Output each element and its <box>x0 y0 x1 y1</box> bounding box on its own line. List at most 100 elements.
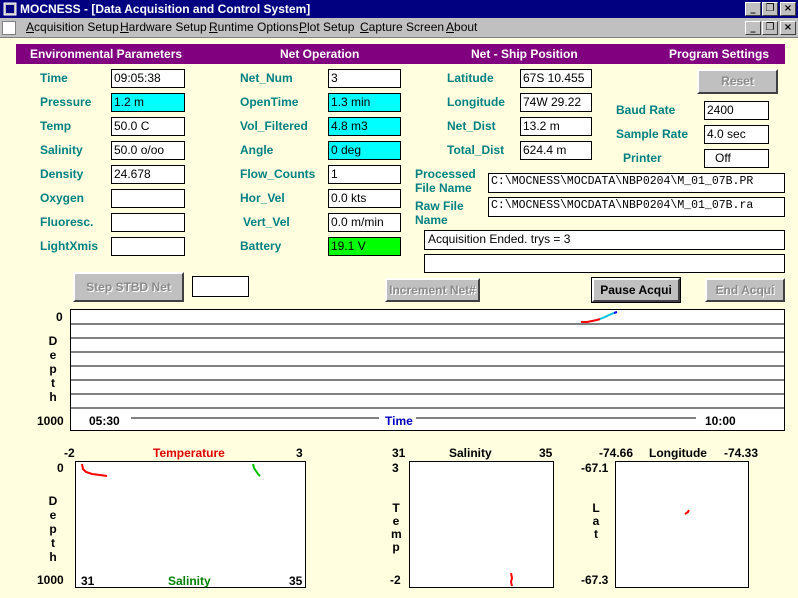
depth-time-y-label: Depth <box>48 334 58 404</box>
minimize-button[interactable]: _ <box>745 2 761 16</box>
close-icon: × <box>783 3 793 14</box>
restore-button[interactable]: ❐ <box>762 2 778 16</box>
section-header-bar: Environmental Parameters Net Operation N… <box>16 44 785 64</box>
ts-diagram-trace <box>509 572 514 587</box>
raw-label-line2: Name <box>415 213 448 227</box>
status-message: Acquisition Ended. trys = 3 <box>424 230 785 250</box>
close-button[interactable]: × <box>780 2 796 16</box>
header-net-operation: Net Operation <box>280 47 360 61</box>
child-close-button[interactable]: × <box>780 21 796 35</box>
minimize-icon: _ <box>750 3 756 14</box>
menu-plot-setup[interactable]: Plot Setup <box>299 20 354 34</box>
pressure-field: 1.2 m <box>111 93 185 112</box>
menu-about[interactable]: About <box>446 20 477 34</box>
depth-time-canvas <box>71 311 784 419</box>
position-plot <box>615 461 749 588</box>
ship-track <box>684 509 690 515</box>
flow-counts-label: Flow_Counts <box>240 167 316 181</box>
latitude-label: Latitude <box>447 71 494 85</box>
lon-x-min: -74.66 <box>599 446 634 460</box>
reset-button[interactable]: Reset <box>697 69 778 94</box>
net-num-field: 3 <box>328 69 401 88</box>
density-field: 24.678 <box>111 165 185 184</box>
angle-label: Angle <box>240 143 274 157</box>
menu-runtime-options[interactable]: Runtime Options <box>209 20 298 34</box>
salinity-label: Salinity <box>40 143 83 157</box>
lightxmis-label: LightXmis <box>40 239 99 253</box>
child-restore-button[interactable]: ❐ <box>762 21 778 35</box>
temp-axis-min: -2 <box>64 446 75 460</box>
title-bar: MOCNESS - [Data Acquisition and Control … <box>0 0 798 18</box>
battery-label: Battery <box>240 239 282 253</box>
temp-salinity-plot: 31 Salinity 35 <box>75 461 306 588</box>
temperature-profile <box>81 463 108 477</box>
depth-trace-cyan <box>599 312 615 320</box>
lat-y-top: -67.1 <box>581 461 609 475</box>
salt-x-label: Salinity <box>449 446 492 460</box>
menu-capture-screen[interactable]: Capture Screen <box>360 20 444 34</box>
step-stbd-net-button[interactable]: Step STBD Net <box>73 272 184 302</box>
depth-time-plot: 05:30 Time 10:00 <box>70 309 785 431</box>
temp-field: 50.0 C <box>111 117 185 136</box>
total-dist-label: Total_Dist <box>447 143 505 157</box>
salt-y-label: Temp <box>391 501 402 554</box>
time-field: 09:05:38 <box>111 69 185 88</box>
depth-time-y-top: 0 <box>56 310 63 324</box>
longitude-field: 74W 29.22 <box>520 93 592 112</box>
restore-icon: ❐ <box>765 3 775 14</box>
ts-depth-bottom: 1000 <box>37 573 64 587</box>
net-num-label: Net_Num <box>240 71 293 85</box>
time-axis-label: Time <box>385 414 413 428</box>
lightxmis-field <box>111 237 185 256</box>
opentime-label: OpenTime <box>240 95 299 109</box>
depth-trace-blue <box>613 311 618 314</box>
printer-label: Printer <box>623 151 662 165</box>
vol-filtered-field: 4.8 m3 <box>328 117 401 136</box>
header-settings: Program Settings <box>669 47 770 61</box>
salinity-axis-max: 35 <box>289 574 303 588</box>
angle-field: 0 deg <box>328 141 401 160</box>
menu-hardware-setup[interactable]: Hardware Setup <box>120 20 207 34</box>
fluoresc-label: Fluoresc. <box>40 215 94 229</box>
increment-net-button[interactable]: Increment Net# <box>385 278 480 302</box>
processed-label-line2: File Name <box>415 181 472 195</box>
processed-file-field: C:\MOCNESS\MOCDATA\NBP0204\M_01_07B.PR <box>488 173 785 193</box>
depth-trace-red <box>581 318 601 323</box>
salinity-temp-plot <box>409 461 554 588</box>
menu-acquisition-setup[interactable]: Acquisition Setup <box>26 20 119 34</box>
ts-depth-y-label: Depth <box>48 494 58 564</box>
status-message-2 <box>424 254 785 273</box>
salt-x-min: 31 <box>392 446 406 460</box>
raw-label-line1: Raw File <box>415 199 464 213</box>
close-icon: × <box>783 22 793 33</box>
lat-y-bottom: -67.3 <box>581 573 609 587</box>
header-environmental: Environmental Parameters <box>30 47 183 61</box>
total-dist-field: 624.4 m <box>520 141 592 160</box>
salinity-profile <box>252 463 261 477</box>
step-net-field[interactable] <box>192 276 249 297</box>
printer-field: Off <box>704 149 769 168</box>
temp-salinity-canvas <box>81 463 261 477</box>
window-title: MOCNESS - [Data Acquisition and Control … <box>20 2 311 16</box>
child-window-icon[interactable] <box>2 21 16 35</box>
salt-x-max: 35 <box>539 446 553 460</box>
lon-x-label: Longitude <box>649 446 707 460</box>
lat-y-label: Lat <box>592 501 600 541</box>
net-dist-field: 13.2 m <box>520 117 592 136</box>
temp-axis-label: Temperature <box>153 446 225 460</box>
salinity-temp-canvas <box>509 572 514 587</box>
temp-axis-max: 3 <box>296 446 303 460</box>
salt-y-top: 3 <box>392 461 399 475</box>
hor-vel-label: Hor_Vel <box>240 191 285 205</box>
child-minimize-button[interactable]: _ <box>745 21 761 35</box>
pause-acqui-button[interactable]: Pause Acqui <box>591 277 681 303</box>
salinity-axis-label: Salinity <box>168 574 211 588</box>
position-canvas <box>684 509 690 515</box>
lon-x-max: -74.33 <box>724 446 759 460</box>
processed-label-line1: Processed <box>415 167 476 181</box>
density-label: Density <box>40 167 84 181</box>
sample-rate-field: 4.0 sec <box>704 125 769 144</box>
baud-rate-label: Baud Rate <box>616 103 676 117</box>
salinity-field: 50.0 o/oo <box>111 141 185 160</box>
end-acqui-button[interactable]: End Acqui <box>705 278 785 302</box>
